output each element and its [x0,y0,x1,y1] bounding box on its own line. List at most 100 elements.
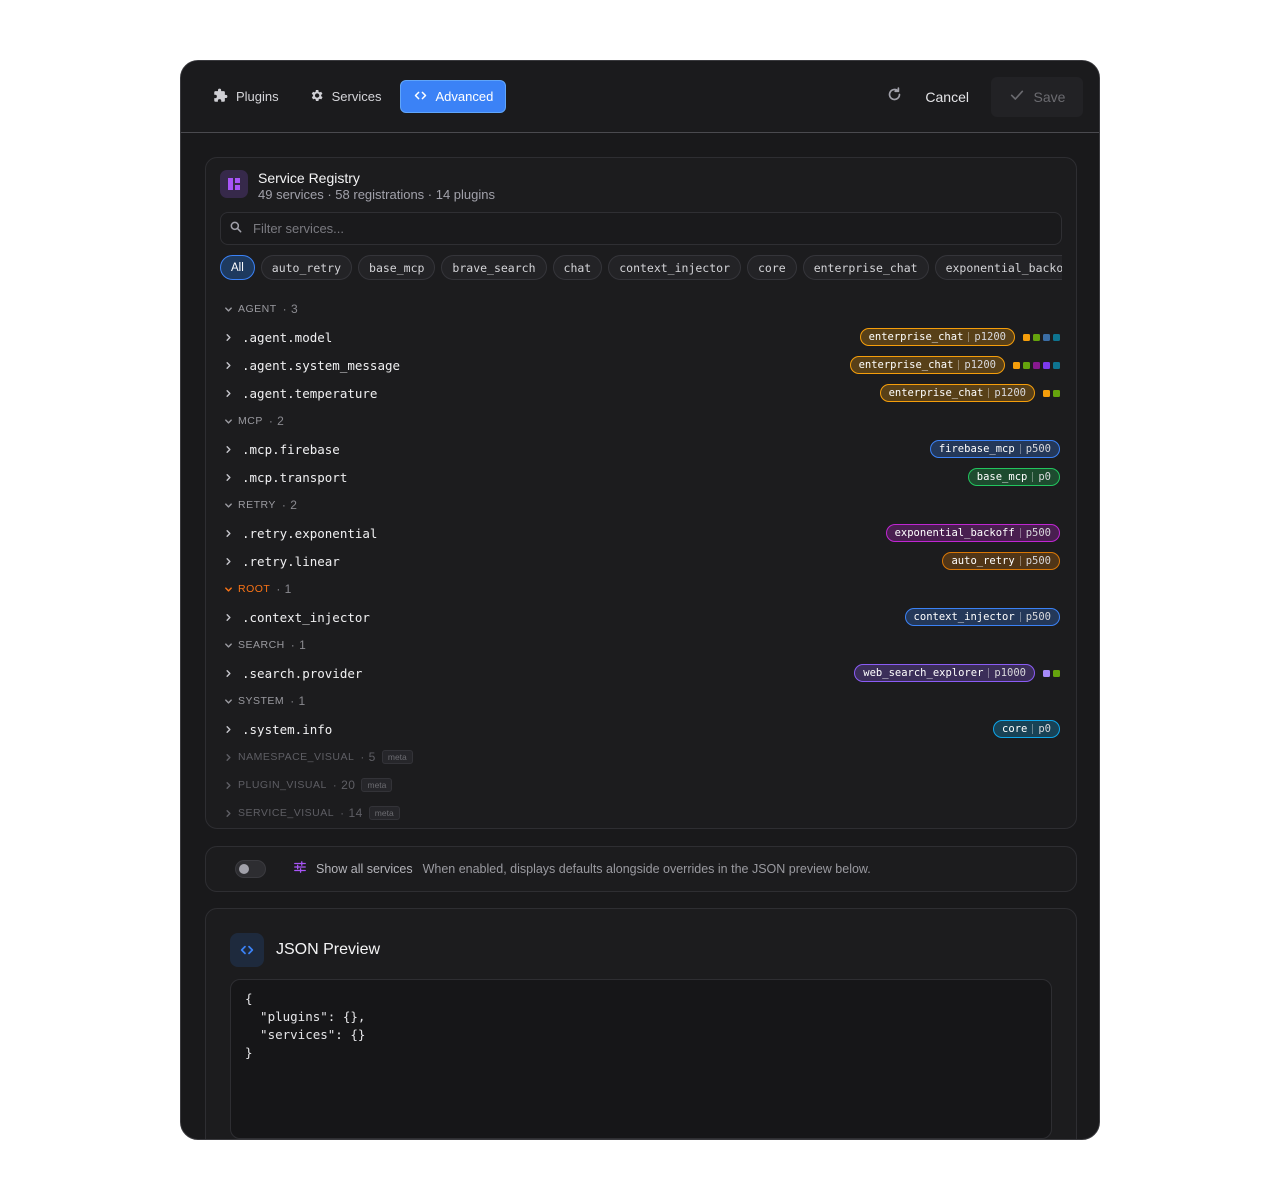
registration-dot [1023,361,1030,369]
refresh-button[interactable] [877,80,911,114]
settings-window: Plugins Services Advanced Cancel Save Se… [180,60,1100,1140]
show-all-services-toggle[interactable] [235,860,266,878]
service-row[interactable]: .agent.system_message enterprise_chat p120… [224,351,1060,379]
filter-chip[interactable]: exponential_backoff [934,255,1062,280]
meta-group-header[interactable]: SERVICE_VISUAL · 14 meta [224,799,1060,827]
filter-chip[interactable]: All [220,255,255,280]
group-header[interactable]: SEARCH · 1 [224,631,1060,659]
chevron-right-icon [224,809,238,818]
service-meta: web_search_explorer p1000 [854,664,1060,682]
registration-dot [1043,669,1050,677]
meta-tag: meta [368,806,400,820]
filter-chip[interactable]: chat [552,255,603,280]
group-header[interactable]: AGENT · 3 [224,295,1060,323]
service-name: .retry.linear [242,553,340,569]
registration-dot [1013,361,1020,369]
service-meta: enterprise_chat p1200 [849,356,1060,374]
chevron-down-icon [224,501,238,510]
group-name: RETRY [238,499,276,511]
plugin-name: enterprise_chat [858,359,954,371]
tab-advanced[interactable]: Advanced [399,80,507,113]
filter-placeholder: Filter services... [253,221,345,236]
service-row[interactable]: .agent.temperature enterprise_chat p1200 [224,379,1060,407]
badge-divider [1032,724,1034,734]
meta-group-header[interactable]: PLUGIN_VISUAL · 20 meta [224,771,1060,799]
badge-divider [1019,556,1021,566]
plugin-badge: enterprise_chat p1200 [879,384,1035,402]
registration-dot [1053,389,1060,397]
group-header[interactable]: ROOT · 1 [224,575,1060,603]
badge-divider [1032,472,1034,482]
check-icon [1009,87,1025,106]
service-name: .system.info [242,721,333,737]
tab-plugins[interactable]: Plugins [201,80,291,113]
group-name: SERVICE_VISUAL [238,807,335,819]
registration-dots [1043,389,1060,397]
registration-dot [1043,389,1050,397]
group-count: · 2 [268,414,285,428]
gear-icon [309,88,324,106]
service-row[interactable]: .mcp.firebase firebase_mcp p500 [224,435,1060,463]
service-row[interactable]: .retry.linear auto_retry p500 [224,547,1060,575]
tab-plugins-label: Plugins [236,89,279,104]
meta-tag: meta [361,778,393,792]
group-header[interactable]: MCP · 2 [224,407,1060,435]
chevron-right-icon [224,753,238,762]
registration-dot [1043,361,1050,369]
plugin-name: enterprise_chat [888,387,984,399]
filter-chip[interactable]: context_injector [608,255,741,280]
tab-advanced-label: Advanced [435,89,494,104]
service-row[interactable]: .retry.exponential exponential_backoff p50… [224,519,1060,547]
chevron-down-icon [224,585,238,594]
registration-dot [1023,333,1030,341]
group-count: · 1 [290,638,307,652]
group-count: · 20 [332,778,356,792]
cancel-button[interactable]: Cancel [925,89,969,105]
top-bar: Plugins Services Advanced Cancel Save [181,61,1099,133]
chevron-down-icon [224,697,238,706]
service-row[interactable]: .context_injector context_injector p500 [224,603,1060,631]
meta-group-header[interactable]: NAMESPACE_VISUAL · 5 meta [224,743,1060,771]
plugin-name: web_search_explorer [863,667,984,679]
registration-dot [1053,669,1060,677]
chevron-right-icon [224,473,242,482]
tab-services-label: Services [331,89,382,104]
service-row[interactable]: .system.info core p0 [224,715,1060,743]
group-header[interactable]: SYSTEM · 1 [224,687,1060,715]
group-name: MCP [238,415,263,427]
priority: p500 [1025,527,1051,539]
service-meta: base_mcp p0 [967,468,1060,486]
badge-divider [988,388,990,398]
service-row[interactable]: .agent.model enterprise_chat p1200 [224,323,1060,351]
priority: p500 [1025,555,1051,567]
plugin-badge: firebase_mcp p500 [929,440,1060,458]
priority: p500 [1025,443,1051,455]
tab-services[interactable]: Services [297,80,394,113]
json-preview-header: JSON Preview [230,933,380,967]
chevron-right-icon [224,781,238,790]
priority: p0 [1038,723,1051,735]
filter-chip[interactable]: base_mcp [358,255,436,280]
group-count: · 3 [282,302,299,316]
service-row[interactable]: .mcp.transport base_mcp p0 [224,463,1060,491]
plugin-name: enterprise_chat [868,331,964,343]
service-name: .context_injector [242,609,370,625]
filter-chip[interactable]: brave_search [441,255,547,280]
group-header[interactable]: RETRY · 2 [224,491,1060,519]
toggle-label: Show all services [316,862,413,876]
save-button[interactable]: Save [991,76,1083,117]
filter-chip[interactable]: auto_retry [260,255,353,280]
json-preview-code[interactable]: { "plugins": {}, "services": {} } [230,979,1052,1139]
service-row[interactable]: .search.provider web_search_explorer p1000 [224,659,1060,687]
save-label: Save [1033,88,1066,105]
meta-tag: meta [381,750,413,764]
badge-divider [968,332,970,342]
plugin-name: auto_retry [951,555,1015,567]
json-preview-title: JSON Preview [276,941,381,958]
plugin-name: exponential_backoff [894,527,1015,539]
filter-chip[interactable]: enterprise_chat [802,255,929,280]
filter-services-input[interactable]: Filter services... [220,212,1062,245]
filter-chip[interactable]: core [747,255,797,280]
show-all-services-card: Show all services When enabled, displays… [205,846,1077,892]
chevron-down-icon [224,641,238,650]
